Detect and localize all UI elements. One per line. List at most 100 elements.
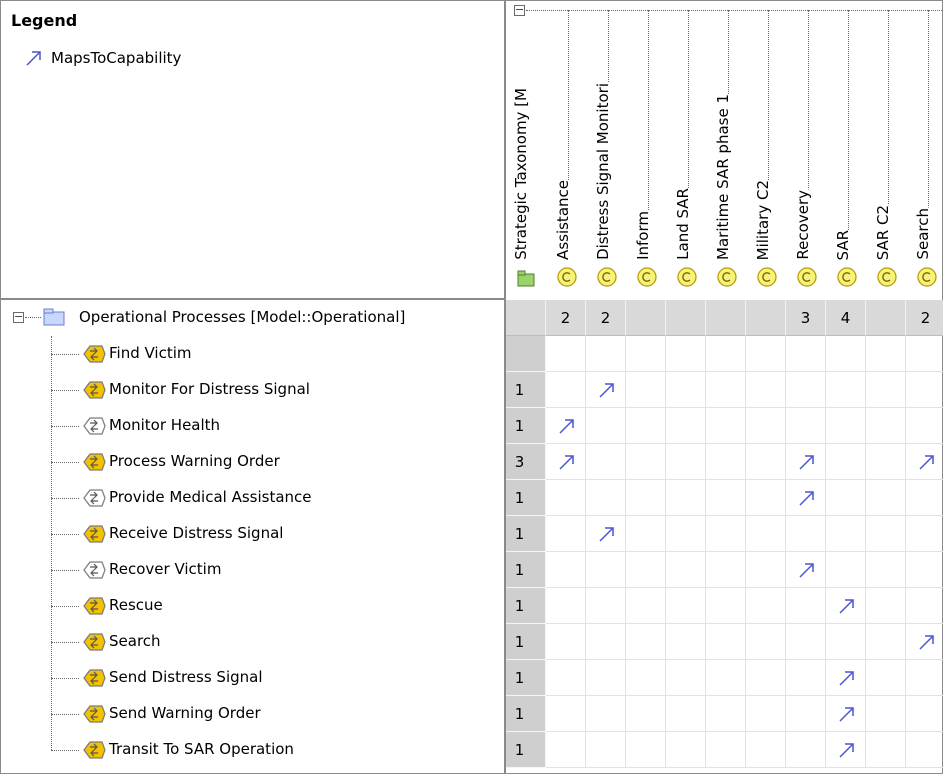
matrix-cell[interactable]: [546, 732, 586, 768]
matrix-cell[interactable]: [666, 696, 706, 732]
matrix-cell[interactable]: [586, 660, 626, 696]
matrix-cell[interactable]: [706, 660, 746, 696]
maps-to-capability-arrow-icon[interactable]: [558, 417, 576, 439]
collapse-rows-toggle[interactable]: −: [13, 311, 24, 323]
matrix-cell[interactable]: [706, 588, 746, 624]
matrix-cell[interactable]: [826, 660, 866, 696]
matrix-cell[interactable]: [906, 588, 943, 624]
matrix-cell[interactable]: [906, 624, 943, 660]
matrix-cell[interactable]: [866, 552, 906, 588]
matrix-cell[interactable]: [546, 336, 586, 372]
matrix-cell[interactable]: [746, 588, 786, 624]
matrix-cell[interactable]: [826, 696, 866, 732]
matrix-cell[interactable]: [906, 732, 943, 768]
matrix-cell[interactable]: [906, 516, 943, 552]
matrix-cell[interactable]: [786, 660, 826, 696]
matrix-cell[interactable]: [626, 480, 666, 516]
column-header-land-sar[interactable]: Land SAR: [666, 1, 706, 298]
matrix-cell[interactable]: [746, 516, 786, 552]
matrix-cell[interactable]: [826, 588, 866, 624]
matrix-cell[interactable]: [746, 624, 786, 660]
column-header-distress-signal-monitori[interactable]: Distress Signal Monitori: [586, 1, 626, 298]
matrix-cell[interactable]: [826, 444, 866, 480]
matrix-cell[interactable]: [786, 480, 826, 516]
matrix-cell[interactable]: [906, 372, 943, 408]
matrix-cell[interactable]: [546, 552, 586, 588]
matrix-cell[interactable]: [786, 732, 826, 768]
matrix-cell[interactable]: [586, 480, 626, 516]
column-header-military-c2[interactable]: Military C2: [746, 1, 786, 298]
matrix-cell[interactable]: [866, 732, 906, 768]
matrix-cell[interactable]: [746, 444, 786, 480]
column-header-root[interactable]: Strategic Taxonomy [M: [506, 1, 546, 298]
matrix-cell[interactable]: [586, 624, 626, 660]
column-header-assistance[interactable]: Assistance: [546, 1, 586, 298]
matrix-cell[interactable]: [586, 372, 626, 408]
matrix-cell[interactable]: [906, 336, 943, 372]
matrix-cell[interactable]: [866, 516, 906, 552]
maps-to-capability-arrow-icon[interactable]: [838, 597, 856, 619]
matrix-cell[interactable]: [786, 588, 826, 624]
matrix-cell[interactable]: [546, 480, 586, 516]
matrix-cell[interactable]: [706, 336, 746, 372]
maps-to-capability-arrow-icon[interactable]: [558, 453, 576, 475]
matrix-cell[interactable]: [746, 732, 786, 768]
matrix-cell[interactable]: [906, 444, 943, 480]
matrix-cell[interactable]: [866, 696, 906, 732]
maps-to-capability-arrow-icon[interactable]: [838, 741, 856, 763]
matrix-cell[interactable]: [586, 552, 626, 588]
matrix-cell[interactable]: [546, 408, 586, 444]
matrix-cell[interactable]: [546, 588, 586, 624]
matrix-cell[interactable]: [906, 408, 943, 444]
matrix-cell[interactable]: [906, 480, 943, 516]
maps-to-capability-arrow-icon[interactable]: [918, 453, 936, 475]
matrix-cell[interactable]: [586, 732, 626, 768]
matrix-cell[interactable]: [866, 480, 906, 516]
matrix-cell[interactable]: [746, 336, 786, 372]
matrix-cell[interactable]: [786, 336, 826, 372]
matrix-cell[interactable]: [866, 408, 906, 444]
matrix-cell[interactable]: [626, 408, 666, 444]
matrix-cell[interactable]: [626, 336, 666, 372]
maps-to-capability-arrow-icon[interactable]: [798, 489, 816, 511]
column-header-sar[interactable]: SAR: [826, 1, 866, 298]
matrix-cell[interactable]: [586, 696, 626, 732]
matrix-cell[interactable]: [786, 696, 826, 732]
maps-to-capability-arrow-icon[interactable]: [598, 525, 616, 547]
maps-to-capability-arrow-icon[interactable]: [798, 453, 816, 475]
matrix-cell[interactable]: [626, 444, 666, 480]
maps-to-capability-arrow-icon[interactable]: [918, 633, 936, 655]
matrix-cell[interactable]: [626, 696, 666, 732]
matrix-cell[interactable]: [786, 408, 826, 444]
matrix-cell[interactable]: [786, 444, 826, 480]
matrix-cell[interactable]: [586, 336, 626, 372]
matrix-cell[interactable]: [746, 552, 786, 588]
matrix-cell[interactable]: [826, 408, 866, 444]
matrix-cell[interactable]: [626, 732, 666, 768]
row-root-operational-processes[interactable]: − Operational Processes [Model::Operatio…: [1, 300, 504, 336]
column-header-maritime-sar-phase-1[interactable]: Maritime SAR phase 1: [706, 1, 746, 298]
matrix-cell[interactable]: [706, 444, 746, 480]
matrix-cell[interactable]: [666, 588, 706, 624]
matrix-cell[interactable]: [866, 660, 906, 696]
matrix-cell[interactable]: [826, 732, 866, 768]
matrix-cell[interactable]: [826, 624, 866, 660]
matrix-cell[interactable]: [826, 372, 866, 408]
matrix-cell[interactable]: [546, 516, 586, 552]
matrix-cell[interactable]: [786, 372, 826, 408]
matrix-cell[interactable]: [866, 624, 906, 660]
matrix-cell[interactable]: [826, 516, 866, 552]
matrix-cell[interactable]: [546, 696, 586, 732]
matrix-cell[interactable]: [906, 552, 943, 588]
matrix-cell[interactable]: [626, 624, 666, 660]
matrix-cell[interactable]: [626, 372, 666, 408]
matrix-cell[interactable]: [746, 408, 786, 444]
matrix-cell[interactable]: [706, 552, 746, 588]
matrix-cell[interactable]: [706, 696, 746, 732]
matrix-cell[interactable]: [786, 516, 826, 552]
matrix-cell[interactable]: [546, 660, 586, 696]
maps-to-capability-arrow-icon[interactable]: [838, 705, 856, 727]
matrix-cell[interactable]: [666, 552, 706, 588]
matrix-cell[interactable]: [586, 408, 626, 444]
matrix-cell[interactable]: [866, 336, 906, 372]
